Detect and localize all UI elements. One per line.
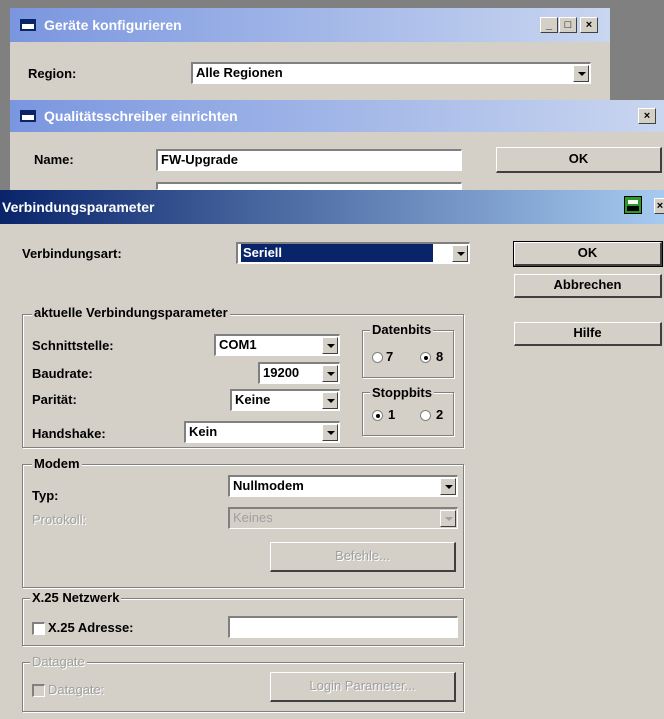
ok-button[interactable]: OK: [513, 241, 663, 267]
paritaet-label: Parität:: [32, 392, 77, 407]
ok-button[interactable]: OK: [496, 147, 662, 173]
datenbits-option-8: 8: [436, 349, 444, 364]
datenbits-radio-8[interactable]: [420, 352, 431, 363]
window-geraete-titlebar[interactable]: Geräte konfigurieren _ □ ×: [10, 8, 610, 42]
stoppbits-option-1: 1: [388, 407, 396, 422]
abbrechen-button[interactable]: Abbrechen: [514, 274, 662, 298]
x25-adresse-input[interactable]: [228, 616, 458, 638]
protokoll-value: Keines: [233, 510, 273, 525]
login-parameter-button: Login Parameter...: [270, 672, 456, 702]
datenbits-radio-7[interactable]: [372, 352, 383, 363]
baudrate-label: Baudrate:: [32, 366, 93, 381]
datenbits-legend: Datenbits: [370, 322, 434, 337]
paritaet-value: Keine: [235, 392, 271, 407]
name-input[interactable]: FW-Upgrade: [156, 149, 462, 171]
minimize-icon[interactable]: _: [540, 17, 558, 33]
region-value: Alle Regionen: [196, 65, 283, 80]
verbindungsart-label: Verbindungsart:: [22, 246, 122, 261]
stoppbits-radio-2[interactable]: [420, 410, 431, 421]
window-title: Qualitätsschreiber einrichten: [44, 108, 238, 124]
baudrate-value: 19200: [263, 365, 300, 380]
chevron-down-icon[interactable]: [322, 424, 338, 441]
x25-legend: X.25 Netzwerk: [30, 590, 122, 605]
datenbits-option-7: 7: [386, 349, 394, 364]
stoppbits-option-2: 2: [436, 407, 444, 422]
group-verbindungsparameter-legend: aktuelle Verbindungsparameter: [32, 305, 230, 320]
paritaet-select[interactable]: Keine: [230, 389, 340, 411]
x25-adresse-label: X.25 Adresse:: [48, 620, 134, 635]
protokoll-select: Keines: [228, 507, 458, 529]
chevron-down-icon[interactable]: [573, 65, 589, 82]
window-icon: [20, 19, 36, 31]
chevron-down-icon[interactable]: [322, 365, 338, 382]
name-label: Name:: [34, 152, 74, 167]
datagate-checkbox: [32, 684, 45, 697]
window-qualitaetsschreiber: Qualitätsschreiber einrichten × Name: FW…: [10, 100, 664, 190]
close-icon[interactable]: ×: [638, 108, 656, 124]
handshake-select[interactable]: Kein: [184, 421, 340, 443]
window-qualitaet-titlebar[interactable]: Qualitätsschreiber einrichten ×: [10, 100, 664, 132]
befehle-button: Befehle...: [270, 542, 456, 572]
baudrate-select[interactable]: 19200: [258, 362, 340, 384]
region-label: Region:: [28, 66, 77, 81]
maximize-icon[interactable]: □: [559, 17, 577, 33]
typ-value: Nullmodem: [233, 478, 304, 493]
window-geraete-konfigurieren: Geräte konfigurieren _ □ × Region: Alle …: [10, 8, 610, 100]
stoppbits-radio-1[interactable]: [372, 410, 383, 421]
typ-select[interactable]: Nullmodem: [228, 475, 458, 497]
protokoll-label: Protokoll:: [32, 512, 87, 527]
modem-legend: Modem: [32, 456, 82, 471]
chevron-down-icon: [440, 510, 456, 527]
chevron-down-icon[interactable]: [322, 392, 338, 409]
datagate-legend: Datagate: [30, 654, 87, 669]
printer-icon[interactable]: [624, 196, 642, 214]
schnittstelle-select[interactable]: COM1: [214, 334, 340, 356]
chevron-down-icon[interactable]: [322, 337, 338, 354]
chevron-down-icon[interactable]: [440, 478, 456, 495]
x25-checkbox[interactable]: [32, 622, 45, 635]
schnittstelle-label: Schnittstelle:: [32, 338, 114, 353]
chevron-down-icon[interactable]: [452, 245, 468, 262]
verbindungsart-value: Seriell: [241, 244, 433, 262]
typ-label: Typ:: [32, 488, 59, 503]
schnittstelle-value: COM1: [219, 337, 257, 352]
close-icon[interactable]: ×: [654, 198, 664, 214]
close-icon[interactable]: ×: [580, 17, 598, 33]
dialog-verbindungsparameter: Verbindungsparameter × Verbindungsart: S…: [0, 190, 664, 719]
hilfe-button[interactable]: Hilfe: [514, 322, 662, 346]
handshake-value: Kein: [189, 424, 218, 439]
window-title: Geräte konfigurieren: [44, 17, 182, 33]
dialog-titlebar[interactable]: Verbindungsparameter ×: [0, 190, 664, 224]
handshake-label: Handshake:: [32, 426, 106, 441]
field-below: [156, 182, 462, 190]
window-icon: [20, 110, 36, 122]
datagate-checkbox-label: Datagate:: [48, 682, 105, 697]
dialog-title: Verbindungsparameter: [2, 199, 155, 215]
region-select[interactable]: Alle Regionen: [191, 62, 591, 84]
verbindungsart-select[interactable]: Seriell: [236, 242, 470, 264]
name-value: FW-Upgrade: [161, 152, 239, 167]
stoppbits-legend: Stoppbits: [370, 385, 434, 400]
